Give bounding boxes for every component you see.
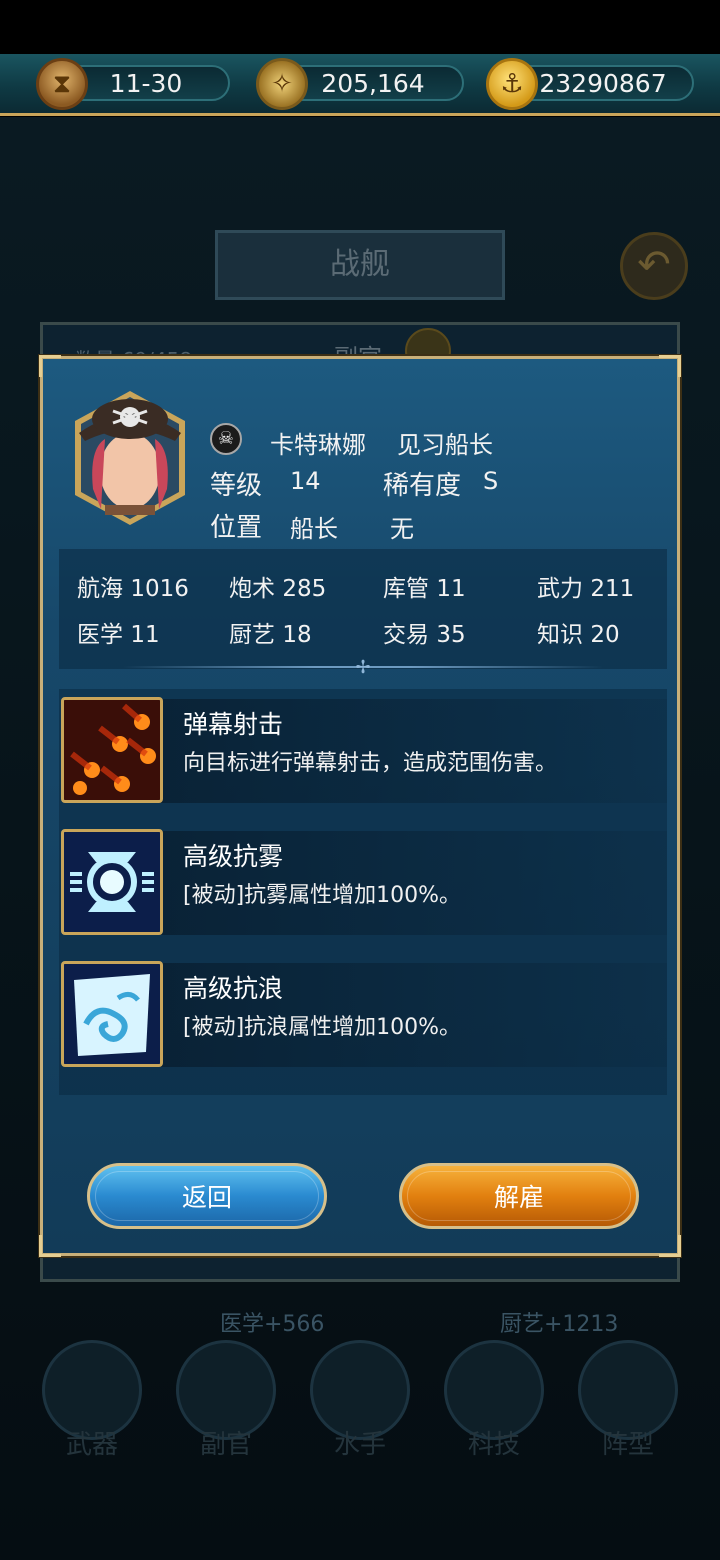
stat-medicine: 医学 11 bbox=[77, 615, 160, 649]
pirate-skull-icon: ☠ bbox=[210, 423, 242, 455]
skill-name: 弹幕射击 bbox=[183, 710, 284, 739]
nav-label: 武器 bbox=[65, 1430, 118, 1460]
gold-pill: 23290867 bbox=[512, 65, 694, 101]
date-value: 11-30 bbox=[109, 68, 183, 98]
divider-ornament-icon: ✢ bbox=[355, 657, 371, 678]
nav-label: 水手 bbox=[333, 1430, 386, 1460]
wave-resist-icon bbox=[61, 961, 163, 1067]
background-title: 战舰 bbox=[215, 230, 505, 300]
skill-description: [被动]抗雾属性增加100%。 bbox=[183, 883, 462, 908]
button-inner-border bbox=[407, 1171, 631, 1221]
skill-name: 高级抗雾 bbox=[183, 842, 284, 871]
stat-force: 武力 211 bbox=[537, 569, 634, 603]
position-value: 船长 bbox=[290, 515, 338, 543]
rarity-value: S bbox=[483, 467, 499, 495]
officer-name: 卡特琳娜 bbox=[270, 431, 366, 459]
nav-label: 阵型 bbox=[601, 1430, 654, 1460]
skill-row[interactable]: 高级抗雾 [被动]抗雾属性增加100%。 bbox=[59, 829, 667, 937]
compass-pill: 205,164 bbox=[282, 65, 464, 101]
nav-sailor[interactable]: 水手 bbox=[310, 1340, 410, 1460]
nav-formation[interactable]: 阵型 bbox=[578, 1340, 678, 1460]
stat-value: 11 bbox=[436, 576, 466, 602]
position-label: 位置 bbox=[210, 513, 263, 543]
skill-name: 高级抗浪 bbox=[183, 974, 284, 1003]
anchor-coin-icon: ⚓ bbox=[486, 58, 538, 110]
corner-ornament bbox=[659, 355, 681, 377]
nav-label: 副官 bbox=[199, 1430, 252, 1460]
position-secondary-value: 无 bbox=[390, 515, 414, 543]
stat-cooking: 厨艺 18 bbox=[229, 615, 312, 649]
stat-navigation: 航海 1016 bbox=[77, 569, 189, 603]
stat-label: 武力 bbox=[537, 576, 583, 602]
stat-storage: 库管 11 bbox=[383, 569, 466, 603]
stat-label: 航海 bbox=[77, 576, 123, 602]
stat-trade: 交易 35 bbox=[383, 615, 466, 649]
level-value: 14 bbox=[290, 467, 321, 495]
hourglass-icon: ⧗ bbox=[36, 58, 88, 110]
background-back-icon: ↶ bbox=[620, 232, 688, 300]
stat-value: 20 bbox=[590, 622, 620, 648]
back-button[interactable]: 返回 bbox=[87, 1163, 327, 1229]
stat-value: 18 bbox=[282, 622, 312, 648]
gold-value: 23290867 bbox=[539, 68, 667, 98]
stat-knowledge: 知识 20 bbox=[537, 615, 620, 649]
skill-row[interactable]: 高级抗浪 [被动]抗浪属性增加100%。 bbox=[59, 961, 667, 1069]
dismiss-button[interactable]: 解雇 bbox=[399, 1163, 639, 1229]
stat-value: 11 bbox=[130, 622, 160, 648]
compass-icon: ✧ bbox=[256, 58, 308, 110]
skills-panel: 弹幕射击 向目标进行弹幕射击，造成范围伤害。 高级抗雾 [被动]抗雾属性增加10… bbox=[59, 689, 667, 1095]
stat-label: 厨艺 bbox=[229, 622, 275, 648]
stats-panel: 航海 1016 炮术 285 库管 11 武力 211 医学 11 厨艺 18 … bbox=[59, 549, 667, 669]
nav-officer[interactable]: 副官 bbox=[176, 1340, 276, 1460]
stat-value: 35 bbox=[436, 622, 466, 648]
skill-description: [被动]抗浪属性增加100%。 bbox=[183, 1015, 462, 1040]
nav-label: 科技 bbox=[467, 1430, 520, 1460]
stat-gunnery: 炮术 285 bbox=[229, 569, 326, 603]
stat-label: 炮术 bbox=[229, 576, 275, 602]
skill-row[interactable]: 弹幕射击 向目标进行弹幕射击，造成范围伤害。 bbox=[59, 697, 667, 805]
officer-detail-modal: ☠ 卡特琳娜 见习船长 等级 14 稀有度 S 位置 船长 无 航海 1016 … bbox=[39, 355, 681, 1257]
status-strip bbox=[0, 0, 720, 54]
resource-bar: 11-30 205,164 23290867 ⧗ ✧ ⚓ bbox=[0, 54, 720, 116]
stat-label: 知识 bbox=[537, 622, 583, 648]
stat-value: 1016 bbox=[130, 576, 189, 602]
stat-value: 285 bbox=[282, 576, 327, 602]
stat-label: 库管 bbox=[383, 576, 429, 602]
level-label: 等级 bbox=[210, 471, 263, 501]
officer-rank: 见习船长 bbox=[397, 431, 493, 459]
officer-portrait bbox=[71, 389, 189, 527]
corner-ornament bbox=[39, 355, 61, 377]
nav-weapon[interactable]: 武器 bbox=[42, 1340, 142, 1460]
barrage-icon bbox=[61, 697, 163, 803]
fog-resist-icon bbox=[61, 829, 163, 935]
skill-description: 向目标进行弹幕射击，造成范围伤害。 bbox=[183, 751, 558, 776]
button-inner-border bbox=[95, 1171, 319, 1221]
corner-ornament bbox=[659, 1235, 681, 1257]
stat-label: 医学 bbox=[77, 622, 123, 648]
rarity-label: 稀有度 bbox=[383, 471, 462, 501]
bottom-nav: 武器 副官 水手 科技 阵型 bbox=[0, 1330, 720, 1470]
stat-label: 交易 bbox=[383, 622, 429, 648]
nav-tech[interactable]: 科技 bbox=[444, 1340, 544, 1460]
corner-ornament bbox=[39, 1235, 61, 1257]
compass-value: 205,164 bbox=[321, 68, 425, 98]
stat-value: 211 bbox=[590, 576, 635, 602]
